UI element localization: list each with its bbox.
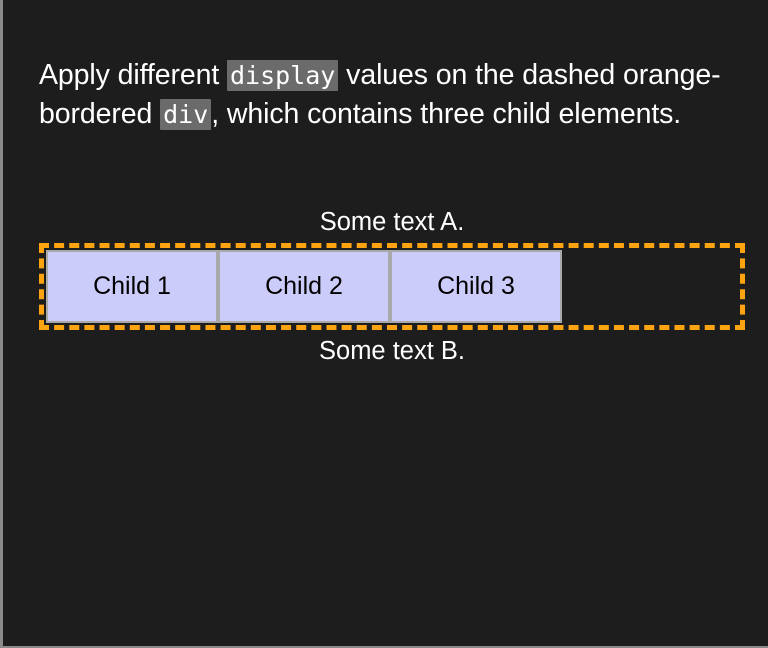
intro-text-part3: , which contains three child elements. xyxy=(211,98,682,130)
stray-text-b: Some text B. xyxy=(319,337,465,365)
intro-paragraph: Apply different display values on the da… xyxy=(39,56,745,134)
child-box-2: Child 2 xyxy=(218,250,390,323)
code-div: div xyxy=(160,99,212,130)
intro-text-part1: Apply different xyxy=(39,59,227,91)
page-frame: Apply different display values on the da… xyxy=(0,0,768,648)
stray-text-a: Some text A. xyxy=(319,208,465,236)
child-box-1: Child 1 xyxy=(46,250,218,323)
dashed-container: Child 1 Child 2 Child 3 xyxy=(39,243,745,330)
code-display: display xyxy=(227,60,339,91)
display-demo: Some text A. Child 1 Child 2 Child 3 Some … xyxy=(39,205,745,368)
child-box-3: Child 3 xyxy=(390,250,562,323)
